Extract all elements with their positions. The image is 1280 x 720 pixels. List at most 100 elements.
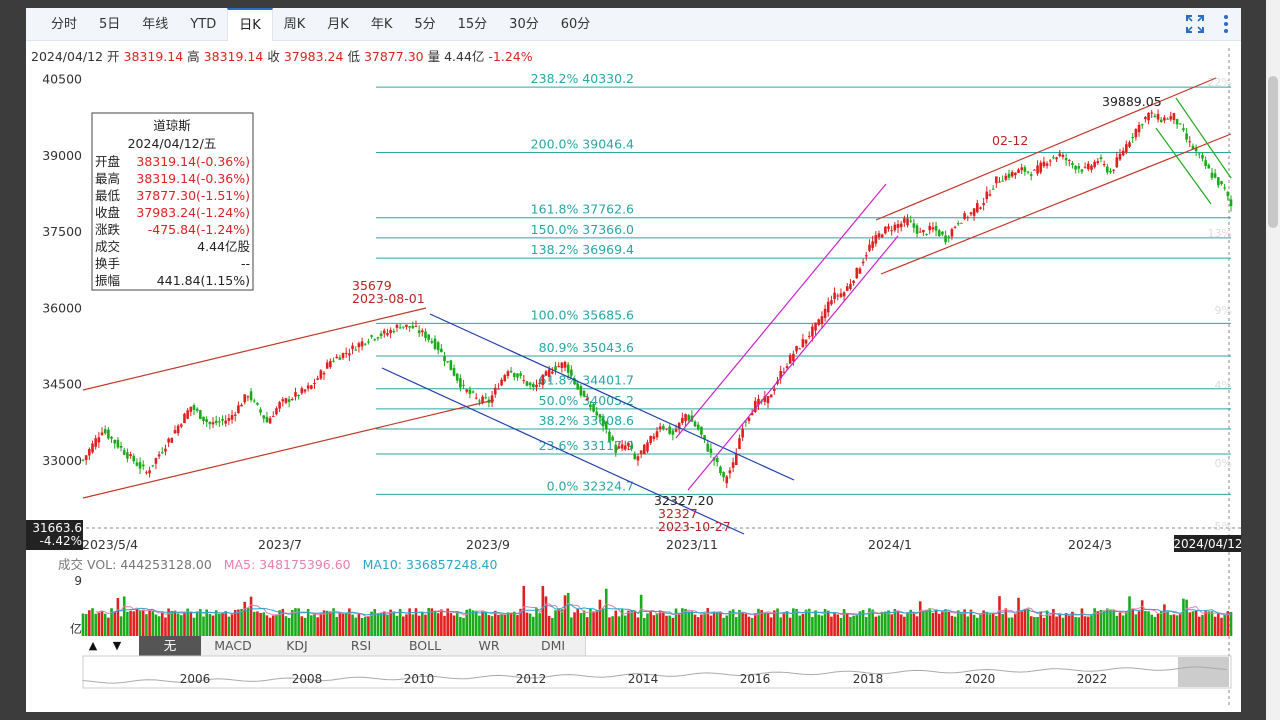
volume-bar: [617, 616, 621, 636]
candle-body: [937, 230, 941, 237]
indicator-button-4[interactable]: BOLL: [393, 636, 458, 656]
volume-bar: [995, 615, 998, 636]
indicator-button-0[interactable]: 无: [139, 636, 202, 656]
candle-body: [731, 462, 735, 468]
volume-bar: [820, 615, 824, 636]
y-tick-label-3: 37500: [42, 224, 82, 239]
indicator-button-6[interactable]: DMI: [521, 636, 586, 656]
candle-body: [1207, 164, 1211, 169]
volume-bar: [233, 609, 237, 636]
candle-body: [430, 341, 434, 343]
volume-bar: [836, 614, 840, 636]
volume-bar: [440, 609, 443, 636]
tooltip-label-1: 最高: [95, 171, 120, 186]
page-scrollbar-thumb[interactable]: [1268, 76, 1278, 228]
volume-bar: [164, 617, 167, 636]
candle-body: [909, 220, 913, 222]
volume-bar: [769, 617, 773, 636]
candle-body: [719, 466, 722, 474]
candle-body: [687, 415, 691, 421]
trend-line-7: [880, 133, 1232, 275]
candle-body: [801, 339, 805, 348]
candle-body: [1029, 174, 1033, 176]
volume-bar: [433, 611, 437, 636]
volume-bar: [1197, 616, 1201, 636]
candle-body: [589, 404, 592, 408]
candlestick-chart[interactable]: 330003450036000375003900040500 22%13%9%4%…: [26, 8, 1241, 708]
volume-bar: [157, 616, 161, 636]
candle-body: [820, 316, 824, 325]
candle-body: [313, 382, 316, 384]
volume-bar: [81, 613, 85, 636]
volume-bar: [576, 608, 580, 636]
indicator-up-arrow[interactable]: ▲: [82, 636, 104, 656]
volume-bar: [1178, 613, 1182, 636]
volume-bar: [113, 611, 117, 636]
volume-bar: [941, 611, 944, 636]
candle-body: [1036, 165, 1039, 174]
volume-bar: [135, 609, 139, 636]
volume-bar: [1026, 608, 1030, 636]
overview-year-label-5: 2016: [740, 672, 771, 686]
candle-body: [138, 462, 142, 469]
volume-bar: [202, 616, 205, 636]
volume-bar: [1144, 611, 1147, 636]
candle-body: [842, 292, 846, 297]
volume-bar: [1204, 611, 1207, 636]
volume-bar: [497, 614, 500, 636]
volume-bar: [804, 609, 808, 636]
candle-body: [960, 222, 963, 224]
tooltip-value-1: 38319.14(-0.36%): [136, 171, 250, 186]
volume-bar: [357, 613, 361, 636]
candle-body: [500, 379, 503, 386]
candle-body: [1042, 161, 1046, 167]
overview-year-label-8: 2022: [1077, 672, 1108, 686]
candle-body: [1086, 163, 1090, 170]
indicator-button-5[interactable]: WR: [457, 636, 522, 656]
volume-bar: [953, 616, 957, 636]
indicator-down-arrow[interactable]: ▼: [106, 636, 128, 656]
volume-bar: [319, 614, 323, 636]
candle-body: [88, 449, 91, 456]
candle-body: [275, 408, 278, 415]
candle-body: [189, 406, 193, 412]
volume-bar: [604, 588, 608, 636]
indicator-button-3[interactable]: RSI: [329, 636, 394, 656]
volume-bar: [195, 611, 199, 636]
candle-body: [1185, 133, 1188, 140]
candle-body: [360, 341, 364, 347]
volume-bar: [1071, 611, 1074, 636]
candle-body: [84, 455, 88, 460]
candle-body: [278, 402, 281, 409]
volume-bar: [877, 615, 881, 636]
candle-body: [722, 472, 725, 478]
candle-body: [893, 224, 897, 231]
candle-body: [1115, 157, 1119, 168]
volume-bar: [1036, 617, 1039, 636]
candle-body: [551, 371, 554, 374]
indicator-button-1[interactable]: MACD: [201, 636, 266, 656]
volume-bar: [652, 615, 656, 636]
volume-bar: [401, 616, 405, 636]
volume-bar: [966, 616, 970, 636]
volume-bar: [170, 610, 174, 636]
candle-body: [1172, 113, 1176, 120]
indicator-button-2[interactable]: KDJ: [265, 636, 330, 656]
volume-bar: [218, 613, 221, 636]
candle-body: [700, 426, 703, 435]
volume-bar: [636, 617, 640, 636]
overview-navigator[interactable]: 2006 2008 2010 2012 2014 2016 2018 2020 2022: [26, 654, 1241, 694]
candle-body: [348, 353, 351, 356]
volume-bar: [563, 595, 567, 636]
candle-body: [649, 435, 652, 444]
volume-bar: [1023, 608, 1027, 636]
volume-bar: [373, 609, 377, 636]
candle-body: [766, 396, 770, 404]
volume-bar: [570, 617, 573, 636]
volume-bar: [703, 612, 706, 636]
volume-bar: [500, 614, 503, 636]
volume-bar: [173, 610, 177, 636]
candle-body: [341, 353, 345, 359]
volume-bar: [788, 617, 792, 636]
volume-bar: [779, 617, 782, 636]
